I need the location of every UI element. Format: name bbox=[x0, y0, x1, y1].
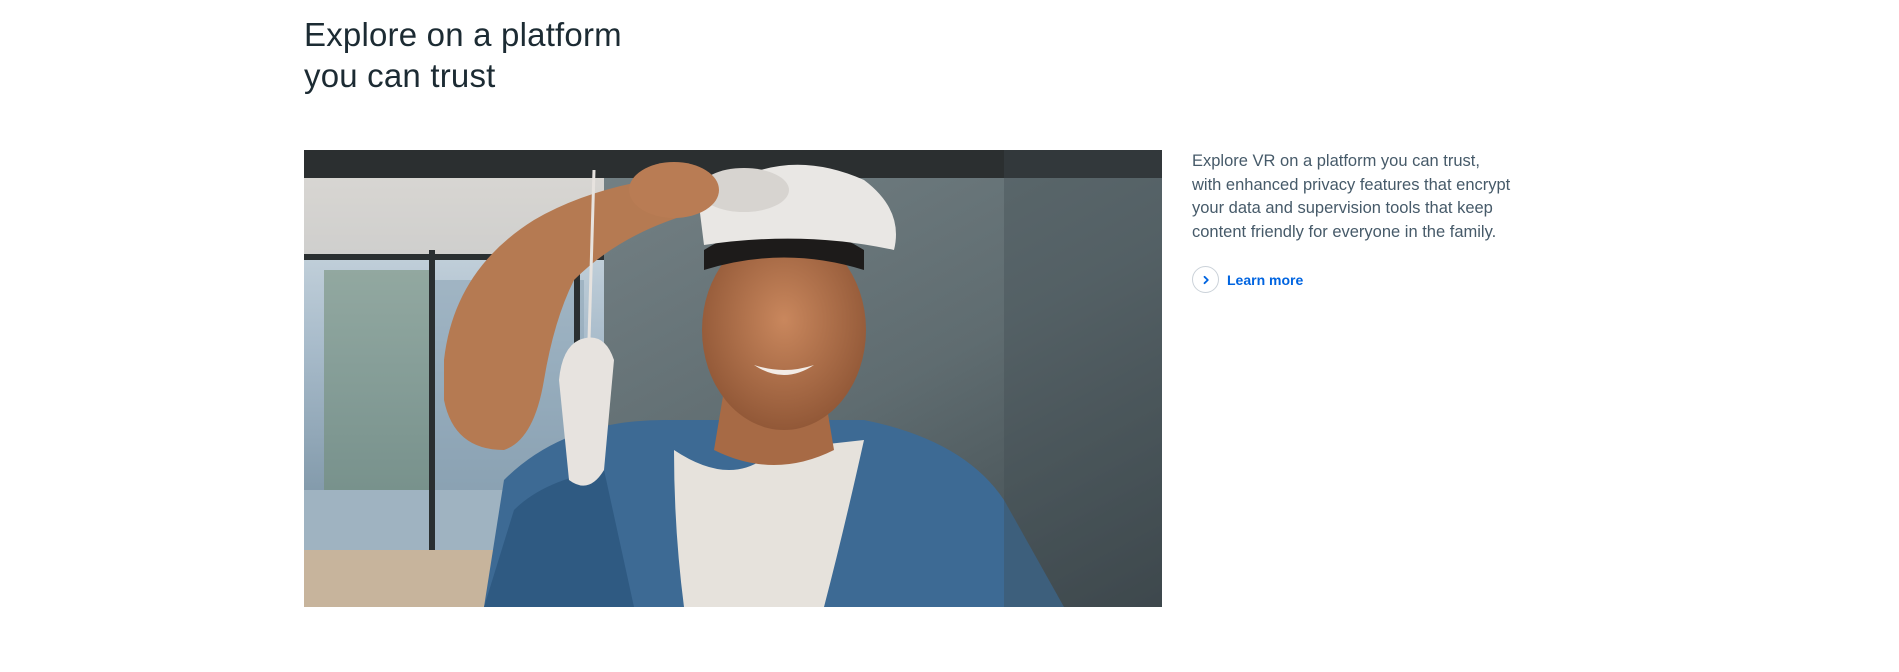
chevron-right-icon bbox=[1203, 275, 1209, 284]
hero-photo bbox=[304, 150, 1162, 607]
learn-more-link[interactable]: Learn more bbox=[1192, 266, 1303, 293]
description-column: Explore VR on a platform you can trust, … bbox=[1192, 150, 1512, 293]
section-heading: Explore on a platform you can trust bbox=[304, 14, 724, 96]
section-heading-line-1: Explore on a platform bbox=[304, 16, 622, 53]
section-heading-line-2: you can trust bbox=[304, 57, 496, 94]
photo-illustration bbox=[304, 150, 1162, 607]
learn-more-circle[interactable] bbox=[1192, 266, 1219, 293]
section-description: Explore VR on a platform you can trust, … bbox=[1192, 152, 1511, 241]
learn-more-label[interactable]: Learn more bbox=[1227, 272, 1303, 288]
